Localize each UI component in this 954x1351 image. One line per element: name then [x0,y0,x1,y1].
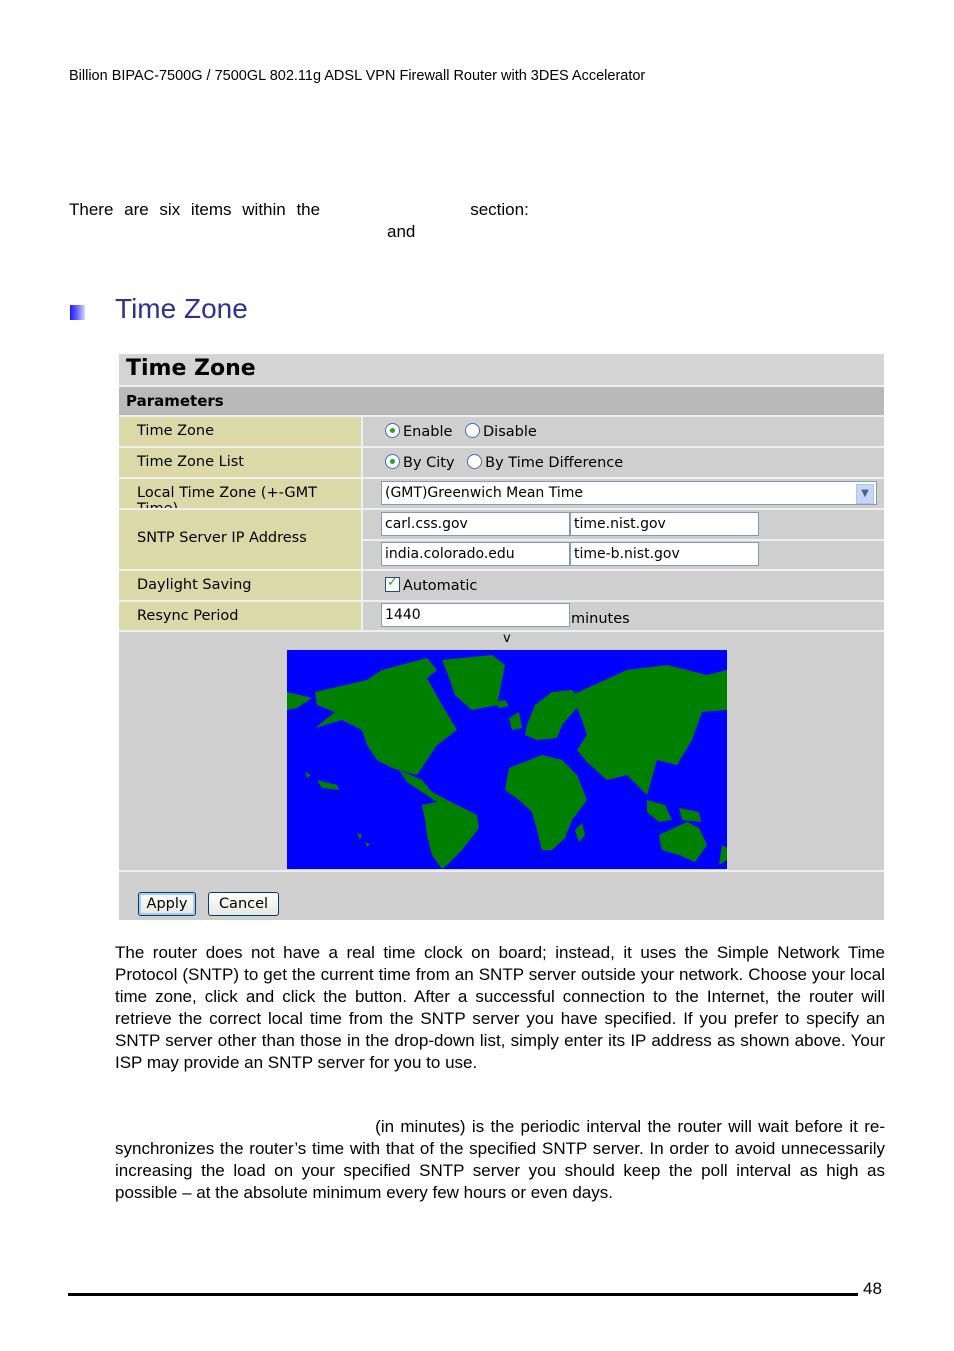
sntp-server-3-input[interactable]: india.colorado.edu [381,542,570,566]
daylight-saving-label: Daylight Saving [137,577,252,593]
body-paragraph-1: The router does not have a real time clo… [115,943,885,1072]
parameters-header: Parameters [119,387,884,415]
sntp-server-4-input[interactable]: time-b.nist.gov [570,542,759,566]
disable-radio[interactable]: Disable [465,423,537,440]
panel-title: Time Zone [126,356,256,381]
time-zone-panel: Time Zone Parameters Time Zone Enable Di… [119,354,884,920]
parameters-label: Parameters [126,392,224,410]
radio-unselected-icon [465,423,480,438]
row-local-time-zone: Local Time Zone (+-GMT Time) (GMT)Greenw… [119,477,884,517]
footer-rule [68,1293,858,1296]
panel-title-bar: Time Zone [119,354,884,387]
resync-period-input[interactable]: 1440 [381,603,570,627]
page-number: 48 [863,1279,882,1298]
world-map-graphic [287,650,727,869]
resync-period-label: Resync Period [137,608,239,624]
sntp-server-2-input[interactable]: time.nist.gov [570,512,759,536]
map-marker: v [503,631,511,646]
row-daylight-saving: Daylight Saving Automatic [119,569,884,600]
sntp-server-label: SNTP Server IP Address [137,530,307,546]
chevron-down-icon[interactable]: ▼ [856,484,874,504]
section-heading: Time Zone [70,293,248,325]
apply-button[interactable]: Apply [138,892,196,916]
radio-selected-icon [385,423,400,438]
world-map[interactable] [287,650,727,869]
by-time-difference-radio[interactable]: By Time Difference [467,454,623,471]
cancel-button[interactable]: Cancel [208,892,279,916]
section-title: Time Zone [115,293,248,324]
row-resync-period: Resync Period 1440 minutes [119,600,884,631]
body-paragraph-2: (in minutes) is the periodic interval th… [115,1117,890,1202]
automatic-checkbox[interactable]: Automatic [385,575,477,594]
row-sntp-server: SNTP Server IP Address carl.css.gov time… [119,508,884,569]
minutes-unit-label: minutes [571,611,630,627]
row-time-zone: Time Zone Enable Disable [119,415,884,446]
radio-selected-icon [385,454,400,469]
checkbox-checked-icon [385,575,400,592]
time-zone-label: Time Zone [137,423,215,439]
intro-line-1: There are six items within the section: [69,200,529,219]
time-zone-list-label: Time Zone List [137,454,244,470]
by-city-radio[interactable]: By City [385,454,455,471]
row-time-zone-list: Time Zone List By City By Time Differenc… [119,446,884,477]
radio-unselected-icon [467,454,483,469]
intro-line-2: and [387,222,416,241]
enable-radio[interactable]: Enable [385,423,452,440]
document-header: Billion BIPAC-7500G / 7500GL 802.11g ADS… [69,68,646,84]
intro-text: There are six items within the section: … [69,199,529,243]
local-time-zone-select[interactable]: (GMT)Greenwich Mean Time ▼ [381,481,877,505]
sntp-server-1-input[interactable]: carl.css.gov [381,512,570,536]
square-bullet-icon [70,304,85,320]
